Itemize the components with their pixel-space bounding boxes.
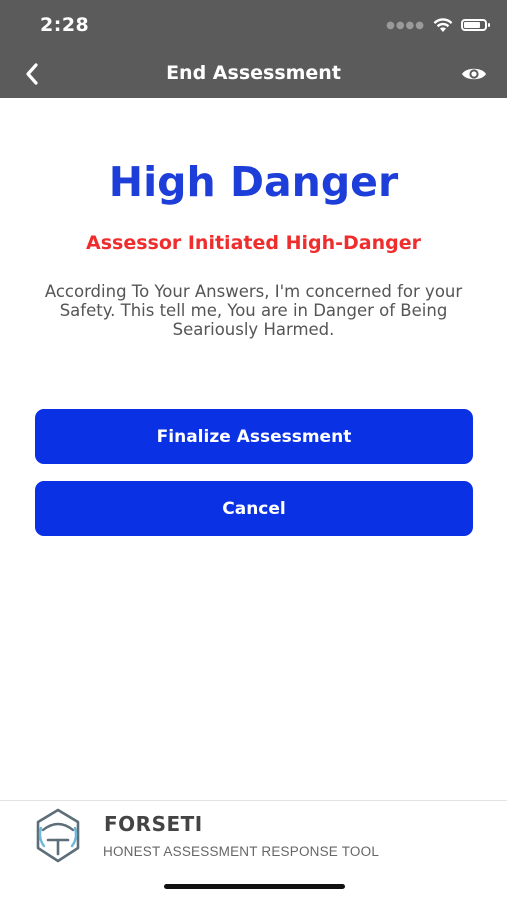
result-title: High Danger	[108, 158, 399, 206]
page-title: End Assessment	[166, 62, 341, 84]
battery-fill	[464, 22, 480, 28]
finalize-assessment-button[interactable]: Finalize Assessment	[35, 409, 473, 464]
home-indicator[interactable]	[164, 884, 345, 889]
brand-name: FORSETI	[104, 812, 203, 836]
nav-bar: End Assessment	[0, 52, 507, 96]
wifi-icon	[433, 17, 453, 32]
result-subtitle: Assessor Initiated High-Danger	[86, 232, 421, 254]
eye-icon	[462, 68, 486, 80]
result-message: According To Your Answers, I'm concerned…	[44, 282, 463, 339]
brand-tagline: HONEST ASSESSMENT RESPONSE TOOL	[103, 844, 380, 859]
footer-divider	[0, 800, 507, 801]
app-header: 2:28 ●●●● End Assessment	[0, 0, 507, 98]
status-time: 2:28	[40, 14, 90, 36]
status-icons: ●●●●	[386, 14, 490, 36]
forseti-logo-icon	[36, 808, 80, 863]
view-button[interactable]	[457, 58, 491, 90]
battery-icon	[461, 19, 490, 31]
signal-dots-icon: ●●●●	[386, 19, 425, 31]
cancel-button[interactable]: Cancel	[35, 481, 473, 536]
